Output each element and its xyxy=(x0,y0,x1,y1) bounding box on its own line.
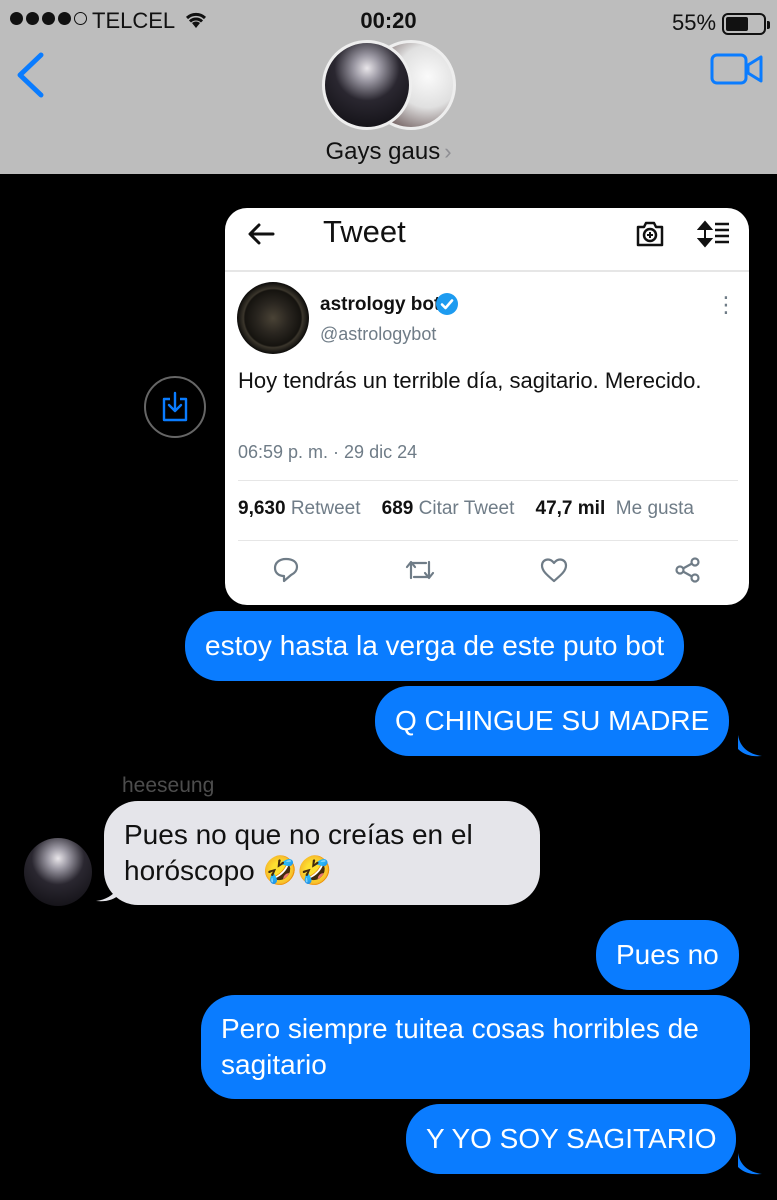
sort-icon xyxy=(696,220,731,253)
verified-badge-icon xyxy=(435,292,459,321)
bubble-tail xyxy=(738,1153,762,1175)
share-icon xyxy=(674,556,702,589)
incoming-message[interactable]: Pues no que no creías en el horóscopo 🤣🤣 xyxy=(104,801,540,905)
tweet-author-name: astrology bot xyxy=(320,294,441,315)
message-text: Pues no xyxy=(616,939,719,970)
more-options-icon: ⋮ xyxy=(715,292,737,317)
tweet-screen-title: Tweet xyxy=(323,214,406,249)
arrow-left-icon xyxy=(247,220,275,254)
tweet-text: Hoy tendrás un terrible día, sagitario. … xyxy=(238,368,702,393)
chevron-right-icon: › xyxy=(444,139,452,164)
message-text: Y YO SOY SAGITARIO xyxy=(426,1123,717,1154)
outgoing-message[interactable]: estoy hasta la verga de este puto bot xyxy=(185,611,685,681)
tweet-actions xyxy=(225,556,749,590)
sender-name: heeseung xyxy=(122,774,215,797)
tweet-timestamp: 06:59 p. m. · 29 dic 24 xyxy=(238,442,418,462)
reply-icon xyxy=(272,556,300,589)
bubble-tail xyxy=(738,735,762,757)
like-heart-icon xyxy=(539,556,569,589)
divider xyxy=(238,540,738,541)
message-text: Pues no que no creías en el horóscopo 🤣🤣 xyxy=(124,819,473,886)
video-call-icon[interactable] xyxy=(710,52,764,91)
retweets-count: 9,630 xyxy=(238,498,286,519)
outgoing-message[interactable]: Q CHINGUE SU MADRE xyxy=(375,686,730,756)
likes-label: Me gusta xyxy=(615,498,694,519)
back-chevron-icon[interactable] xyxy=(14,52,46,103)
battery-icon xyxy=(722,13,770,35)
tweet-screenshot-card[interactable]: Tweet astrology bot @astrologybot ⋮ Hoy … xyxy=(225,208,749,605)
quotes-label: Citar Tweet xyxy=(418,498,515,519)
outgoing-message[interactable]: Y YO SOY SAGITARIO xyxy=(406,1104,737,1174)
retweet-icon xyxy=(404,556,436,589)
message-text: estoy hasta la verga de este puto bot xyxy=(205,630,665,661)
avatar xyxy=(24,838,92,906)
save-attachment-button[interactable] xyxy=(144,376,206,438)
tweet-stats: 9,630 Retweet 689 Citar Tweet 47,7 mil M… xyxy=(238,498,694,520)
download-icon xyxy=(162,391,188,422)
message-text: Pero siempre tuitea cosas horribles de s… xyxy=(221,1013,699,1080)
battery-percent: 55% xyxy=(672,10,717,35)
tweet-toolbar: Tweet xyxy=(225,208,749,272)
outgoing-message[interactable]: Pues no xyxy=(596,920,739,990)
retweets-label: Retweet xyxy=(290,498,361,519)
clock: 00:20 xyxy=(360,8,417,33)
quotes-count: 689 xyxy=(381,498,414,519)
camera-plus-icon xyxy=(635,220,665,253)
status-bar: TELCEL 00:20 55% xyxy=(0,8,777,35)
group-title[interactable]: Gays gaus › xyxy=(0,138,777,166)
message-text: Q CHINGUE SU MADRE xyxy=(395,705,710,736)
conversation-header: TELCEL 00:20 55% Gays gaus › xyxy=(0,0,777,174)
divider xyxy=(238,480,738,481)
likes-count: 47,7 mil xyxy=(535,498,606,519)
group-name-label: Gays gaus xyxy=(325,138,441,165)
outgoing-message[interactable]: Pero siempre tuitea cosas horribles de s… xyxy=(201,995,750,1099)
avatar xyxy=(322,40,412,130)
tweet-author-handle: @astrologybot xyxy=(320,324,437,344)
group-avatars[interactable] xyxy=(322,40,458,132)
bot-avatar xyxy=(237,282,309,354)
